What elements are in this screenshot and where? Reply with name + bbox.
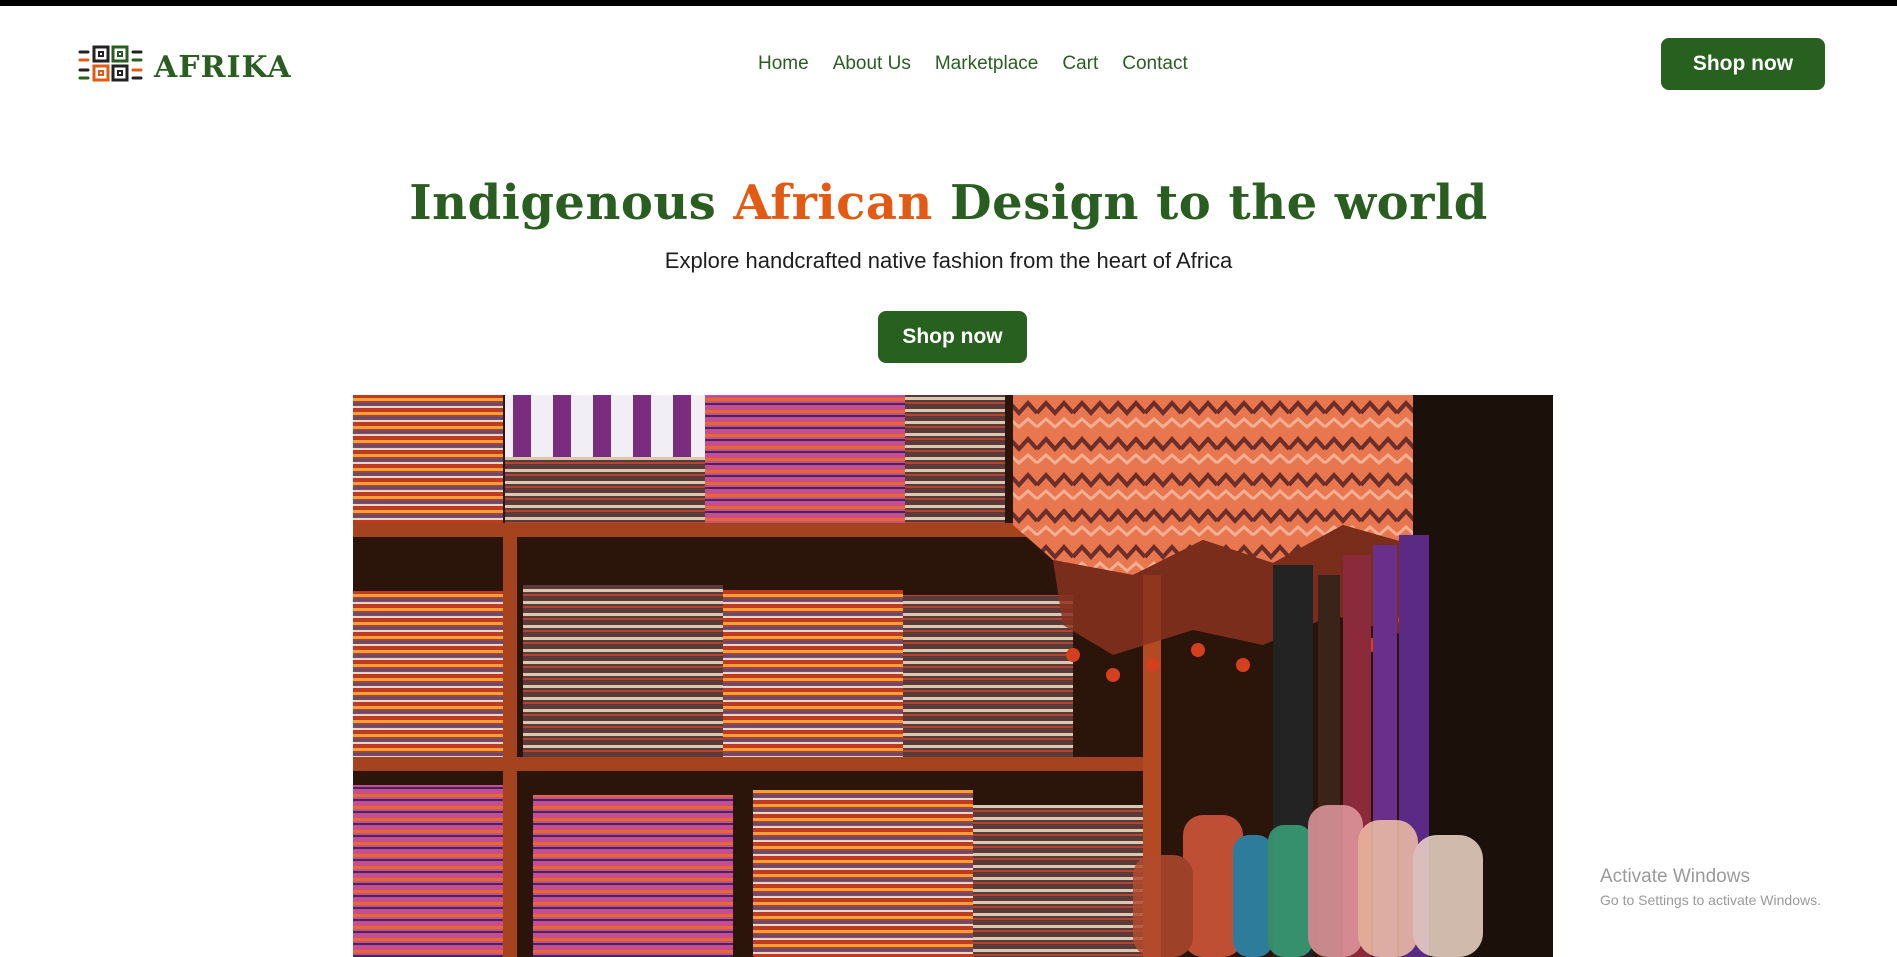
nav-about-us[interactable]: About Us <box>833 53 911 75</box>
brand-logo[interactable]: AFRIKA <box>78 44 292 90</box>
hero-title-part2: Design to the world <box>932 175 1488 231</box>
nav-home[interactable]: Home <box>758 53 809 75</box>
brand-name: AFRIKA <box>154 49 292 85</box>
windows-activation-watermark: Activate Windows Go to Settings to activ… <box>1600 866 1821 908</box>
textile-shelves-illustration <box>353 395 1553 957</box>
hero-title: Indigenous African Design to the world <box>0 175 1897 231</box>
hero-textiles-image <box>353 395 1553 957</box>
afrika-pattern-logo-icon <box>78 45 143 82</box>
watermark-title: Activate Windows <box>1600 866 1750 887</box>
site-header: AFRIKA Home About Us Marketplace Cart Co… <box>0 6 1897 118</box>
watermark-subtitle: Go to Settings to activate Windows. <box>1600 892 1821 908</box>
hero-title-accent: African <box>733 175 933 231</box>
nav-contact[interactable]: Contact <box>1122 53 1187 75</box>
hero-title-part1: Indigenous <box>409 175 734 231</box>
nav-cart[interactable]: Cart <box>1062 53 1098 75</box>
main-nav: Home About Us Marketplace Cart Contact <box>758 53 1188 75</box>
hero-shop-now-button[interactable]: Shop now <box>878 311 1027 363</box>
header-shop-now-button[interactable]: Shop now <box>1661 38 1825 90</box>
hero-subtitle: Explore handcrafted native fashion from … <box>664 248 1233 273</box>
nav-marketplace[interactable]: Marketplace <box>935 53 1039 75</box>
